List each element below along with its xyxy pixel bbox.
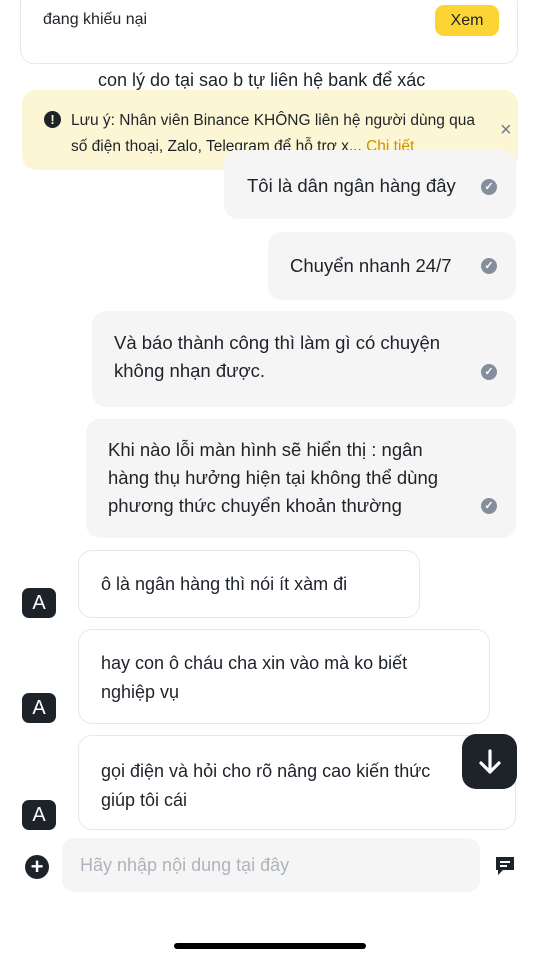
message-line: ô là ngân hàng thì nói ít xàm đi bbox=[101, 574, 348, 594]
outgoing-message: Tôi là dân ngân hàng đây ✓ bbox=[224, 150, 516, 219]
message-text: ô là ngân hàng thì nói ít xàm đi bbox=[101, 570, 347, 599]
message-line: gọi điện và hỏi cho rõ nâng cao kiến thứ… bbox=[101, 761, 431, 781]
message-line: phương thức chuyển khoản thường bbox=[108, 495, 402, 516]
agent-avatar: A bbox=[22, 588, 56, 618]
view-button[interactable]: Xem bbox=[435, 5, 499, 36]
incoming-message: ô là ngân hàng thì nói ít xàm đi bbox=[78, 550, 420, 618]
message-text: Khi nào lỗi màn hình sẽ hiển thị : ngân … bbox=[108, 436, 438, 520]
message-line: Khi nào lỗi màn hình sẽ hiển thị : ngân bbox=[108, 439, 423, 460]
partial-message-text: con lý do tại sao b tự liên hệ bank để x… bbox=[98, 70, 426, 90]
scroll-to-bottom-button[interactable] bbox=[462, 734, 517, 789]
send-button[interactable] bbox=[494, 855, 516, 882]
message-line: Và báo thành công thì làm gì có chuyện bbox=[114, 332, 441, 353]
warning-icon: ! bbox=[44, 111, 61, 128]
close-icon[interactable]: × bbox=[500, 120, 512, 140]
message-line: giúp tôi cái bbox=[101, 790, 188, 810]
message-text: Chuyển nhanh 24/7 bbox=[290, 255, 452, 276]
message-text: hay con ô cháu cha xin vào mà ko biết ng… bbox=[101, 649, 407, 707]
message-input[interactable] bbox=[62, 838, 480, 892]
read-check-icon: ✓ bbox=[481, 498, 497, 514]
complaint-status-card: đang khiếu nại Xem bbox=[20, 0, 518, 64]
agent-avatar: A bbox=[22, 800, 56, 830]
read-check-icon: ✓ bbox=[481, 179, 497, 195]
message-line: hay con ô cháu cha xin vào mà ko biết bbox=[101, 653, 408, 673]
message-text: gọi điện và hỏi cho rõ nâng cao kiến thứ… bbox=[101, 757, 430, 815]
message-line: hàng thụ hưởng hiện tại không thể dùng bbox=[108, 467, 439, 488]
message-text: Và báo thành công thì làm gì có chuyện k… bbox=[114, 329, 440, 385]
arrow-down-icon bbox=[478, 748, 501, 774]
outgoing-message: Khi nào lỗi màn hình sẽ hiển thị : ngân … bbox=[86, 419, 516, 538]
add-attachment-button[interactable]: + bbox=[25, 855, 49, 879]
incoming-message: gọi điện và hỏi cho rõ nâng cao kiến thứ… bbox=[78, 735, 516, 830]
message-line: không nhạn được. bbox=[114, 360, 266, 381]
agent-avatar: A bbox=[22, 693, 56, 723]
complaint-status-text: đang khiếu nại bbox=[43, 11, 148, 28]
message-send-icon bbox=[496, 857, 514, 875]
read-check-icon: ✓ bbox=[481, 258, 497, 274]
read-check-icon: ✓ bbox=[481, 364, 497, 380]
notice-text: Lưu ý: Nhân viên Binance KHÔNG liên hệ n… bbox=[71, 112, 476, 155]
incoming-message: hay con ô cháu cha xin vào mà ko biết ng… bbox=[78, 629, 490, 724]
outgoing-message: Và báo thành công thì làm gì có chuyện k… bbox=[92, 311, 516, 407]
home-indicator bbox=[174, 943, 366, 949]
message-line: nghiệp vụ bbox=[101, 682, 180, 702]
outgoing-message: Chuyển nhanh 24/7 ✓ bbox=[268, 232, 516, 300]
message-text: Tôi là dân ngân hàng đây bbox=[247, 175, 456, 196]
